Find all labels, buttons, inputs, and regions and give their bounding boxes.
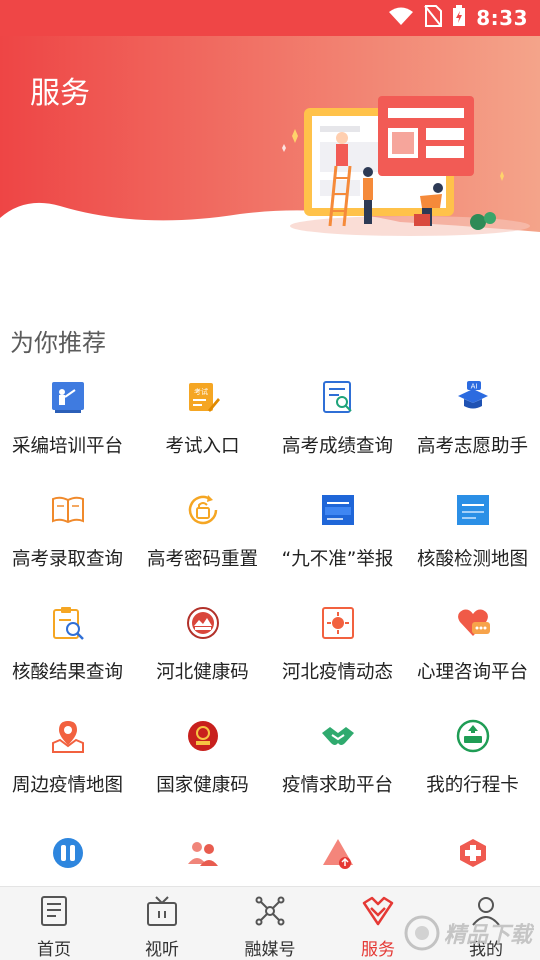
service-item[interactable]: 高考密码重置 [135, 493, 270, 603]
tab-home[interactable]: 首页 [0, 887, 108, 960]
service-item[interactable]: 国家健康码 [135, 719, 270, 829]
national-emblem-icon [186, 719, 220, 753]
warning-triangle-icon [321, 836, 355, 870]
svg-text:精品下载: 精品下载 [444, 923, 534, 948]
service-label: 国家健康码 [156, 775, 249, 796]
travel-card-icon [456, 719, 490, 753]
service-item[interactable]: 周边疫情地图 [0, 719, 135, 829]
service-label: 采编培训平台 [11, 436, 123, 457]
svg-text:考试: 考试 [194, 387, 208, 396]
tab-media[interactable]: 融媒号 [216, 887, 324, 960]
service-item[interactable]: 核酸检测地图 [405, 493, 540, 603]
service-label: 核酸结果查询 [11, 662, 123, 683]
service-item[interactable]: 高考成绩查询 [270, 380, 405, 490]
service-item[interactable]: 疫情求助平台 [270, 719, 405, 829]
tv-icon [146, 895, 178, 927]
service-label: 河北疫情动态 [281, 662, 393, 683]
service-item[interactable]: 核酸结果查询 [0, 606, 135, 716]
status-bar: 8:33 [0, 0, 540, 36]
service-label: 高考密码重置 [146, 549, 258, 570]
service-item[interactable]: 河北疫情动态 [270, 606, 405, 716]
news-icon [38, 895, 70, 927]
location-map-icon [51, 719, 85, 753]
no-sim-icon [424, 5, 443, 31]
report-banner-icon [321, 493, 355, 527]
tab-label: 首页 [37, 940, 71, 960]
service-label: 高考志愿助手 [416, 436, 528, 457]
svg-text:AI: AI [471, 383, 478, 391]
battery-charging-icon [452, 5, 466, 31]
virus-news-icon [321, 606, 355, 640]
service-label: 疫情求助平台 [281, 775, 393, 796]
medical-vial-icon [51, 836, 85, 870]
tab-video[interactable]: 视听 [108, 887, 216, 960]
service-label: 我的行程卡 [426, 775, 519, 796]
test-map-banner-icon [456, 493, 490, 527]
handshake-icon [321, 719, 355, 753]
service-label: 考试入口 [165, 436, 240, 457]
service-label: 周边疫情地图 [11, 775, 123, 796]
tab-label: 视听 [145, 940, 179, 960]
service-item[interactable]: 我的行程卡 [405, 719, 540, 829]
ai-graduation-icon: AI [456, 380, 490, 414]
wifi-icon [388, 6, 414, 30]
service-label: 高考录取查询 [11, 549, 123, 570]
service-item[interactable]: 河北健康码 [135, 606, 270, 716]
page-title: 服务 [30, 76, 90, 111]
service-label: 心理咨询平台 [416, 662, 528, 683]
service-item[interactable]: “九不准”举报 [270, 493, 405, 603]
network-icon [254, 895, 286, 927]
service-item[interactable]: 心理咨询平台 [405, 606, 540, 716]
service-item[interactable]: 考试 考试入口 [135, 380, 270, 490]
watermark-logo: 精品下载 [404, 915, 534, 951]
lock-reset-icon [186, 493, 220, 527]
service-item[interactable]: 高考录取查询 [0, 493, 135, 603]
training-icon [51, 380, 85, 414]
service-heart-icon [362, 895, 394, 927]
status-icons: 8:33 [388, 5, 528, 31]
open-book-icon [51, 493, 85, 527]
service-item[interactable]: AI 高考志愿助手 [405, 380, 540, 490]
score-query-icon [321, 380, 355, 414]
service-item[interactable]: 采编培训平台 [0, 380, 135, 490]
result-search-icon [51, 606, 85, 640]
medical-cross-icon [456, 836, 490, 870]
exam-icon: 考试 [186, 380, 220, 414]
service-label: 河北健康码 [156, 662, 249, 683]
people-icon [186, 836, 220, 870]
service-label: 高考成绩查询 [281, 436, 393, 457]
header-banner: 服务 [0, 36, 540, 236]
status-time: 8:33 [476, 6, 528, 30]
section-title: 为你推荐 [10, 329, 106, 357]
service-label: 核酸检测地图 [416, 549, 528, 570]
service-label: “九不准”举报 [281, 549, 394, 570]
hero-illustration [282, 96, 530, 236]
tab-label: 融媒号 [244, 940, 296, 960]
heart-chat-icon [456, 606, 490, 640]
hebei-emblem-icon [186, 606, 220, 640]
